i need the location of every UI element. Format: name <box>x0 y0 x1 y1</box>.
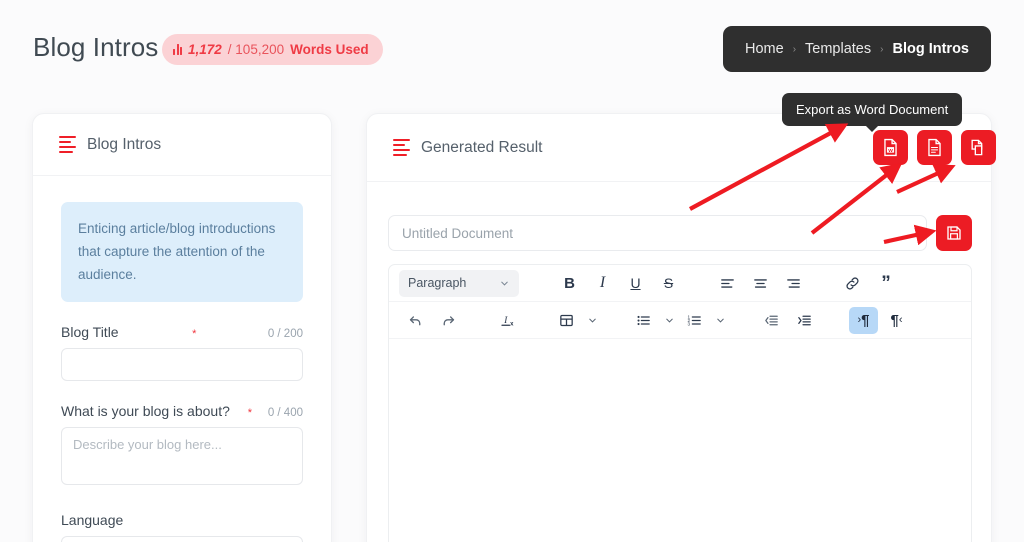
breadcrumb-item-current: Blog Intros <box>892 41 969 57</box>
underline-button[interactable]: U <box>621 270 650 297</box>
chevron-down-icon <box>588 318 596 323</box>
copy-content-button[interactable] <box>961 130 996 165</box>
table-icon <box>560 314 573 326</box>
blockquote-button[interactable]: ” <box>871 270 900 297</box>
svg-text:3: 3 <box>688 321 691 326</box>
list-lines-icon <box>59 135 76 154</box>
left-card-header: Blog Intros <box>33 114 331 176</box>
blog-title-counter: 0 / 200 <box>267 327 303 340</box>
editor-toolbar-row-2: I x 1 2 3 › ¶ ¶ ‹ <box>389 302 971 339</box>
text-doc-icon <box>928 138 941 157</box>
chevron-down-icon <box>716 318 724 323</box>
chevron-down-icon <box>501 281 508 286</box>
align-right-button[interactable] <box>779 270 808 297</box>
blog-title-label: Blog Title <box>61 323 119 340</box>
blog-about-counter: 0 / 400 <box>267 406 303 419</box>
breadcrumb-separator: › <box>880 43 884 55</box>
svg-text:I: I <box>503 315 508 326</box>
table-options-chevron[interactable] <box>585 307 599 334</box>
page-title: Blog Intros <box>33 32 159 62</box>
indent-button[interactable] <box>790 307 819 334</box>
indent-icon <box>798 315 811 325</box>
numbered-list-options-chevron[interactable] <box>713 307 727 334</box>
template-description: Enticing article/blog introductions that… <box>61 202 303 302</box>
link-icon <box>846 276 859 290</box>
block-format-select[interactable]: Paragraph <box>399 269 519 297</box>
editor-content-area[interactable] <box>389 339 971 542</box>
align-center-button[interactable] <box>746 270 775 297</box>
words-used-badge: 1,172 / 105,200 Words Used <box>162 34 383 65</box>
bullet-list-icon <box>637 315 650 325</box>
clear-format-icon: I x <box>500 315 514 327</box>
chevron-down-icon <box>665 318 673 323</box>
save-document-button[interactable] <box>936 215 972 251</box>
outdent-button[interactable] <box>757 307 786 334</box>
word-doc-icon: W <box>884 138 897 157</box>
export-pdf-button[interactable] <box>917 130 952 165</box>
field-blog-about: What is your blog is about? * 0 / 400 <box>61 403 303 490</box>
app-root: Blog Intros 1,172 / 105,200 Words Used H… <box>0 0 1024 542</box>
italic-button[interactable]: I <box>588 270 617 297</box>
align-left-button[interactable] <box>713 270 742 297</box>
svg-text:W: W <box>888 148 893 154</box>
numbered-list-button[interactable]: 1 2 3 <box>680 307 709 334</box>
align-right-icon <box>787 278 800 288</box>
export-word-button[interactable]: W <box>873 130 908 165</box>
language-label: Language <box>61 511 124 528</box>
align-center-icon <box>754 278 767 288</box>
words-used-count: 1,172 <box>188 42 222 57</box>
copy-pages-icon <box>971 139 983 156</box>
document-title-input[interactable] <box>388 215 927 251</box>
list-lines-icon <box>393 138 410 157</box>
strikethrough-button[interactable]: S <box>654 270 683 297</box>
outdent-icon <box>765 315 778 325</box>
floppy-save-icon <box>947 226 961 240</box>
blog-about-label: What is your blog is about? <box>61 402 230 419</box>
bullet-list-button[interactable] <box>629 307 658 334</box>
field-blog-title: Blog Title * 0 / 200 <box>61 324 303 381</box>
left-card-body: Enticing article/blog introductions that… <box>33 176 331 542</box>
editor-toolbar-row-1: Paragraph B I U S ” <box>389 265 971 302</box>
words-used-label: Words Used <box>290 42 369 57</box>
required-asterisk: * <box>192 327 197 340</box>
blog-about-textarea[interactable] <box>61 426 303 485</box>
words-total-count: / 105,200 <box>227 42 285 57</box>
field-language: Language English <box>61 512 303 542</box>
undo-icon <box>409 315 421 325</box>
left-card-title: Blog Intros <box>87 135 162 153</box>
breadcrumb: Home › Templates › Blog Intros <box>723 26 991 72</box>
top-bar: Blog Intros 1,172 / 105,200 Words Used H… <box>0 0 1024 100</box>
document-title-row <box>388 215 972 251</box>
align-left-icon <box>721 278 734 288</box>
blog-title-input[interactable] <box>61 347 303 381</box>
right-card-title: Generated Result <box>421 138 543 156</box>
svg-text:x: x <box>510 321 514 327</box>
breadcrumb-item-home[interactable]: Home <box>745 41 784 57</box>
language-select[interactable]: English <box>61 535 303 542</box>
required-asterisk: * <box>247 406 252 419</box>
redo-icon <box>443 315 455 325</box>
ltr-button[interactable]: › ¶ <box>849 306 878 334</box>
blog-intros-form-card: Blog Intros Enticing article/blog introd… <box>32 113 332 542</box>
clear-format-button[interactable]: I x <box>493 307 522 334</box>
insert-table-button[interactable] <box>552 307 581 334</box>
redo-button[interactable] <box>434 307 463 334</box>
numbered-list-icon: 1 2 3 <box>688 314 701 326</box>
breadcrumb-separator: › <box>792 43 797 55</box>
block-format-value: Paragraph <box>408 276 467 290</box>
rtl-button[interactable]: ¶ ‹ <box>882 307 911 334</box>
bold-button[interactable]: B <box>555 270 584 297</box>
rich-text-editor: Paragraph B I U S ” I x 1 2 3 › ¶ ¶ ‹ <box>388 264 972 542</box>
export-word-tooltip: Export as Word Document <box>782 93 963 132</box>
insert-link-button[interactable] <box>838 270 867 297</box>
bar-chart-icon <box>173 44 182 55</box>
export-button-group: W <box>873 130 996 165</box>
breadcrumb-item-templates[interactable]: Templates <box>805 41 871 57</box>
undo-button[interactable] <box>401 307 430 334</box>
bullet-list-options-chevron[interactable] <box>662 307 676 334</box>
